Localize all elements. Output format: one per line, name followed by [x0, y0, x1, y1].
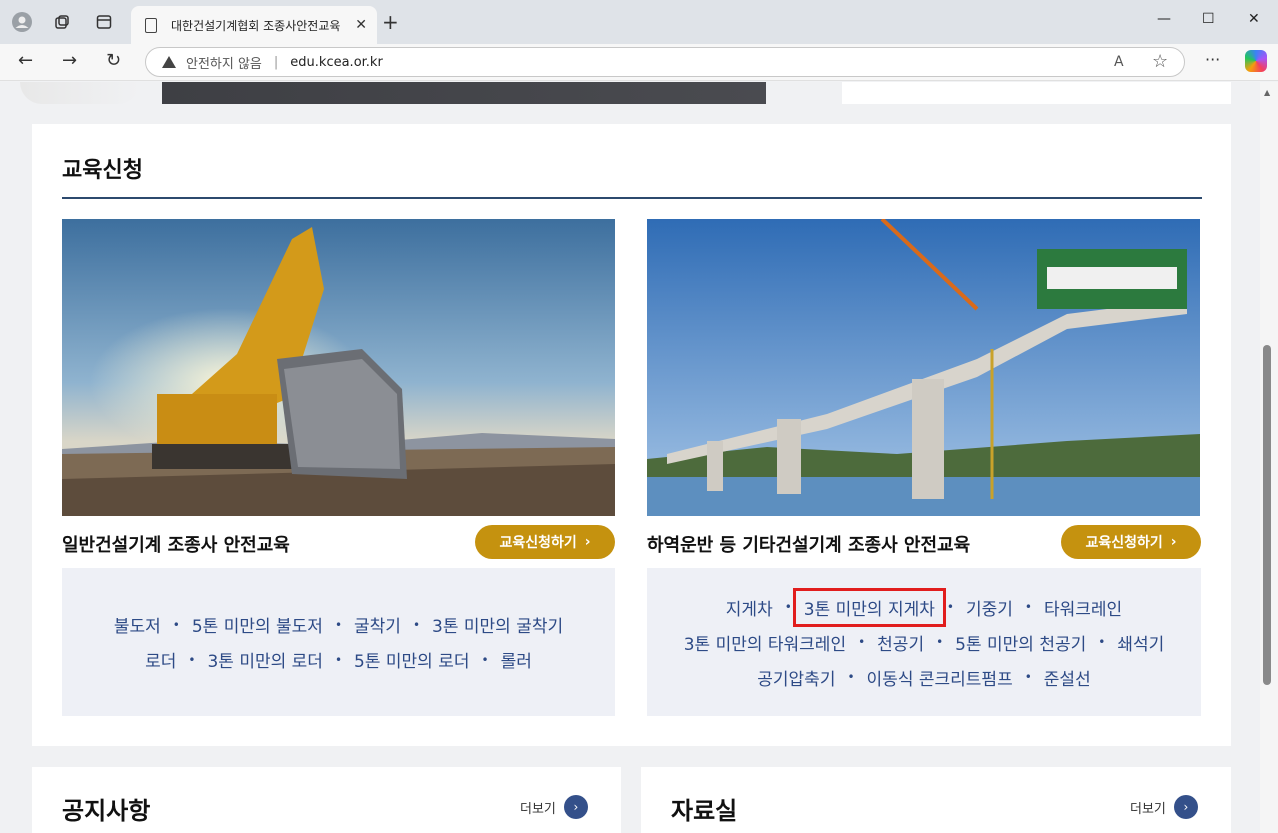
- page-content: 교육신청 일반건설기계 조종사 안전교육 교육신청하기 › 불도저 • 5톤 미…: [0, 82, 1260, 833]
- banner-image-fragment: [162, 82, 766, 104]
- archive-card: 자료실 더보기 ›: [641, 767, 1231, 833]
- forward-icon[interactable]: →: [62, 50, 77, 71]
- other-course-title: 하역운반 등 기타건설기계 조종사 안전교육: [647, 535, 971, 556]
- archive-more-link[interactable]: 더보기 ›: [1130, 795, 1198, 819]
- list-row: 3톤 미만의 타워크레인 • 천공기 • 5톤 미만의 천공기 • 쇄석기: [684, 630, 1165, 655]
- more-menu-icon[interactable]: ···: [1205, 50, 1220, 69]
- chevron-right-icon: ›: [1173, 795, 1198, 819]
- general-apply-label: 교육신청하기: [499, 535, 577, 551]
- list-item[interactable]: 이동식 콘크리트펌프: [867, 665, 1013, 690]
- list-row: 로더 • 3톤 미만의 로더 • 5톤 미만의 로더 • 롤러: [145, 647, 532, 672]
- notice-card: 공지사항 더보기 ›: [32, 767, 621, 833]
- list-item[interactable]: 롤러: [501, 647, 532, 672]
- chevron-right-icon: ›: [1170, 534, 1177, 550]
- general-equipment-list: 불도저 • 5톤 미만의 불도저 • 굴착기 • 3톤 미만의 굴착기 로더 • 3톤 …: [62, 568, 615, 716]
- list-item[interactable]: 3톤 미만의 로더: [207, 647, 322, 672]
- list-item[interactable]: 로더: [145, 647, 176, 672]
- other-apply-label: 교육신청하기: [1085, 535, 1163, 551]
- favorite-icon[interactable]: ☆: [1152, 51, 1168, 72]
- list-item[interactable]: 타워크레인: [1044, 595, 1122, 620]
- security-label[interactable]: 안전하지 않음: [186, 53, 262, 72]
- back-icon[interactable]: ←: [18, 50, 33, 71]
- new-tab-button[interactable]: +: [382, 10, 399, 34]
- profile-icon[interactable]: [11, 11, 33, 33]
- maximize-button[interactable]: ☐: [1202, 11, 1215, 27]
- notice-title: 공지사항: [62, 797, 151, 825]
- url-separator: |: [273, 54, 279, 70]
- general-course-title: 일반건설기계 조종사 안전교육: [62, 535, 290, 556]
- notice-more-label: 더보기: [520, 801, 556, 817]
- list-item[interactable]: 준설선: [1044, 665, 1091, 690]
- refresh-icon[interactable]: ↻: [106, 50, 121, 71]
- list-item[interactable]: 지게차: [726, 595, 773, 620]
- warning-icon[interactable]: [162, 56, 176, 68]
- banner-fragment: [20, 82, 140, 104]
- scrollbar-thumb[interactable]: [1263, 345, 1271, 685]
- copilot-icon[interactable]: [1245, 50, 1267, 72]
- list-item[interactable]: 공기압축기: [757, 665, 835, 690]
- read-aloud-icon[interactable]: A: [1114, 54, 1124, 70]
- close-window-button[interactable]: ✕: [1248, 11, 1260, 27]
- list-item[interactable]: 쇄석기: [1117, 630, 1164, 655]
- tab-actions-icon[interactable]: [93, 11, 115, 33]
- chevron-right-icon: ›: [584, 534, 591, 550]
- list-row: 공기압축기 • 이동식 콘크리트펌프 • 준설선: [757, 665, 1090, 690]
- active-tab[interactable]: 대한건설기계협회 조종사안전교육 ✕: [131, 6, 377, 44]
- list-row: 불도저 • 5톤 미만의 불도저 • 굴착기 • 3톤 미만의 굴착기: [114, 612, 563, 637]
- list-item[interactable]: 3톤 미만의 타워크레인: [684, 630, 846, 655]
- notice-more-link[interactable]: 더보기 ›: [520, 795, 588, 819]
- education-apply-section: 교육신청 일반건설기계 조종사 안전교육 교육신청하기 › 불도저 • 5톤 미…: [32, 124, 1231, 746]
- list-item[interactable]: 천공기: [877, 630, 924, 655]
- minimize-button[interactable]: —: [1157, 11, 1171, 27]
- page-icon: [145, 17, 157, 33]
- address-toolbar: ← → ↻ 안전하지 않음 | edu.kcea.or.kr A ☆: [0, 44, 1278, 81]
- tab-title: 대한건설기계협회 조종사안전교육: [171, 18, 341, 33]
- list-item[interactable]: 불도저: [114, 612, 161, 637]
- list-item[interactable]: 5톤 미만의 천공기: [955, 630, 1086, 655]
- section-divider: [62, 197, 1202, 199]
- url-text[interactable]: edu.kcea.or.kr: [290, 55, 383, 70]
- other-apply-button[interactable]: 교육신청하기 ›: [1061, 525, 1201, 559]
- archive-title: 자료실: [671, 797, 738, 825]
- bridge-construction-image: [647, 219, 1200, 516]
- list-item[interactable]: 5톤 미만의 불도저: [192, 612, 323, 637]
- list-row: 지게차 • 3톤 미만의 지게차 • 기중기 • 타워크레인: [726, 587, 1122, 627]
- other-equipment-list: 지게차 • 3톤 미만의 지게차 • 기중기 • 타워크레인 3톤 미만의 타워크레인…: [647, 568, 1201, 716]
- archive-more-label: 더보기: [1130, 801, 1166, 817]
- tab-close-button[interactable]: ✕: [355, 17, 367, 33]
- list-item[interactable]: 기중기: [966, 595, 1013, 620]
- general-apply-button[interactable]: 교육신청하기 ›: [475, 525, 615, 559]
- workspaces-icon[interactable]: [51, 11, 73, 33]
- highlighted-list-item[interactable]: 3톤 미만의 지게차: [792, 587, 946, 627]
- browser-tab-bar: 대한건설기계협회 조종사안전교육 ✕ + — ☐ ✕: [0, 0, 1278, 44]
- chevron-right-icon: ›: [563, 795, 588, 819]
- scroll-up-icon[interactable]: ▲: [1264, 88, 1270, 97]
- excavator-image: [62, 219, 615, 516]
- section-title: 교육신청: [62, 158, 143, 183]
- address-bar[interactable]: 안전하지 않음 | edu.kcea.or.kr A ☆: [145, 47, 1185, 77]
- banner-card-fragment: [842, 82, 1231, 104]
- list-item[interactable]: 5톤 미만의 로더: [354, 647, 469, 672]
- list-item[interactable]: 굴착기: [354, 612, 401, 637]
- list-item[interactable]: 3톤 미만의 굴착기: [432, 612, 563, 637]
